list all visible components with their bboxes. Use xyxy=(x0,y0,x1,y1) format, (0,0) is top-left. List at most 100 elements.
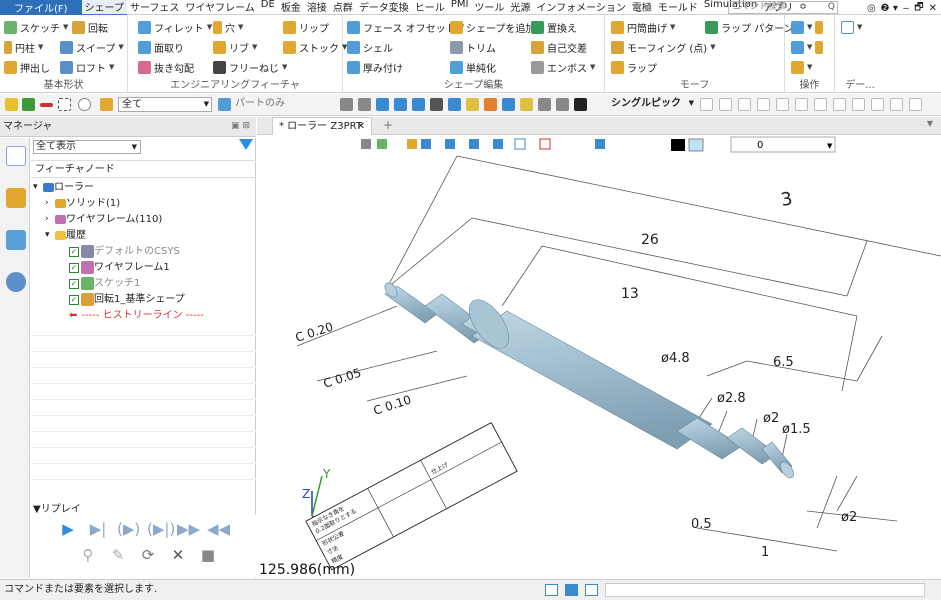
rewind-button[interactable]: ◀◀ xyxy=(207,519,230,539)
lip-button[interactable]: リップ xyxy=(283,19,329,35)
status-view-icon[interactable] xyxy=(545,584,558,596)
add-icon[interactable] xyxy=(22,98,35,111)
tree-item-wireframe1[interactable]: ✓ ワイヤフレーム1 xyxy=(69,260,274,275)
status-input[interactable] xyxy=(605,583,925,597)
shape-icon[interactable] xyxy=(78,98,91,111)
status-display-icon[interactable] xyxy=(565,584,578,596)
chamfer-button[interactable]: 面取り xyxy=(138,39,184,55)
user-icon[interactable] xyxy=(6,272,26,292)
operation-button-1[interactable]: ▼ xyxy=(791,19,824,35)
snap-tool-icon[interactable] xyxy=(852,98,865,111)
menu-item-5[interactable]: 溶接 xyxy=(304,0,330,16)
tab-close-icon[interactable]: ✕ xyxy=(357,118,365,135)
help-icon[interactable]: ❷ ▾ xyxy=(881,3,898,14)
menu-item-1[interactable]: サーフェス xyxy=(127,0,182,16)
view-toolbar[interactable]: 0 ▼ xyxy=(361,136,836,153)
menu-item-2[interactable]: ワイヤフレーム xyxy=(182,0,257,16)
menu-item-14[interactable]: モールド xyxy=(655,0,701,16)
new-tab-icon[interactable]: + xyxy=(383,118,393,132)
edit-icon[interactable]: ✎ xyxy=(107,545,129,565)
toolbar-tool-icon[interactable] xyxy=(556,98,569,111)
face-offset-button[interactable]: フェース オフセット▼ xyxy=(347,19,464,35)
toolbar-tool-icon[interactable] xyxy=(466,98,479,111)
view-icon[interactable] xyxy=(361,139,371,149)
box-select-icon[interactable] xyxy=(58,98,71,111)
free-thread-button[interactable]: フリーねじ ▼ xyxy=(213,59,287,75)
menu-item-12[interactable]: インフォメーション xyxy=(533,0,629,16)
view-icon[interactable] xyxy=(421,139,431,149)
snap-tool-icon[interactable] xyxy=(871,98,884,111)
fast-forward-button[interactable]: ▶▶ xyxy=(177,519,200,539)
play-button[interactable]: ▶ xyxy=(57,519,79,539)
view-icon[interactable] xyxy=(407,139,417,149)
toolbar-tool-icon[interactable] xyxy=(430,98,443,111)
snap-tool-icon[interactable] xyxy=(719,98,732,111)
close-button[interactable]: ✕ xyxy=(929,3,937,14)
filter-select[interactable]: 全て ▼ xyxy=(118,97,212,112)
fillet-button[interactable]: フィレット ▼ xyxy=(138,19,212,35)
toolbar-tool-icon[interactable] xyxy=(340,98,353,111)
thicken-button[interactable]: 厚み付け xyxy=(347,59,403,75)
rib-button[interactable]: リブ ▼ xyxy=(213,39,257,55)
operation-button-3[interactable]: ▼ xyxy=(791,59,812,75)
checkbox[interactable]: ✓ xyxy=(69,278,79,289)
morph-point-button[interactable]: モーフィング (点) ▼ xyxy=(611,39,716,55)
shell-button[interactable]: シェル xyxy=(347,39,393,55)
funnel-icon[interactable] xyxy=(239,139,253,150)
operation-button-2[interactable]: ▼ xyxy=(791,39,824,55)
snap-tool-icon[interactable] xyxy=(776,98,789,111)
data-button[interactable]: ▼ xyxy=(841,19,862,35)
show-select[interactable]: 全て表示 ▼ xyxy=(33,140,141,154)
toolbar-tool-icon[interactable] xyxy=(538,98,551,111)
menu-item-11[interactable]: 光源 xyxy=(507,0,533,16)
extrude-button[interactable]: 押出し xyxy=(4,59,50,75)
view-manager-icon[interactable] xyxy=(6,230,26,250)
menu-item-3[interactable]: DE xyxy=(258,0,278,16)
loft-button[interactable]: ロフト ▼ xyxy=(60,59,114,75)
view-icon[interactable] xyxy=(493,139,503,149)
view-icon[interactable] xyxy=(514,138,526,150)
tab-menu-icon[interactable]: ▼ xyxy=(927,119,933,128)
menu-item-8[interactable]: ヒール xyxy=(412,0,448,16)
pick-select[interactable]: シングルピック ▼ xyxy=(608,97,694,112)
draft-button[interactable]: 抜き勾配 xyxy=(138,59,194,75)
emboss-button[interactable]: エンボス ▼ xyxy=(531,59,595,75)
menu-item-0[interactable]: シェープ xyxy=(81,0,127,16)
view-icon[interactable] xyxy=(539,138,551,150)
tree-item-csys[interactable]: ✓ デフォルトのCSYS xyxy=(69,244,274,259)
checkbox[interactable]: ✓ xyxy=(69,262,79,273)
simplify-button[interactable]: 単純化 xyxy=(450,59,496,75)
minimize-button[interactable]: ‒ xyxy=(903,3,909,14)
snap-tool-icon[interactable] xyxy=(700,98,713,111)
tab-roller-z3prt[interactable]: * ローラー Z3PRT ✕ xyxy=(272,117,372,135)
checkbox[interactable]: ✓ xyxy=(69,294,79,305)
remove-icon[interactable] xyxy=(40,103,53,107)
menu-item-9[interactable]: PMI xyxy=(448,0,472,16)
toolbar-tool-icon[interactable] xyxy=(376,98,389,111)
settings-icon[interactable]: ◎ xyxy=(867,3,876,14)
toolbar-tool-icon[interactable] xyxy=(574,98,587,111)
file-menu[interactable]: ファイル(F) xyxy=(0,0,82,15)
trim-button[interactable]: トリム xyxy=(450,39,496,55)
hole-button[interactable]: 穴 ▼ xyxy=(213,19,243,35)
tree-item-solid[interactable]: › ソリッド(1) xyxy=(45,196,250,211)
tree-item-revolve1[interactable]: ✓ 回転1_基準シェープ xyxy=(69,292,274,307)
toolbar-tool-icon[interactable] xyxy=(358,98,371,111)
status-grid-icon[interactable] xyxy=(585,584,598,596)
view-icon[interactable] xyxy=(377,139,387,149)
suppress-icon[interactable]: ■ xyxy=(197,545,219,565)
feature-tree-icon[interactable] xyxy=(6,146,26,166)
command-search-input[interactable]: コマンド検索 Q xyxy=(728,1,838,14)
toolbar-tool-icon[interactable] xyxy=(448,98,461,111)
snap-tool-icon[interactable] xyxy=(814,98,827,111)
history-line[interactable]: ⬅ ----- ヒストリーライン ----- xyxy=(69,308,274,323)
revolve-button[interactable]: 回転 xyxy=(72,19,108,35)
menu-item-10[interactable]: ツール xyxy=(471,0,507,16)
snap-tool-icon[interactable] xyxy=(890,98,903,111)
add-shape-button[interactable]: シェープを追加▼ xyxy=(450,19,544,35)
view-icon[interactable] xyxy=(445,139,455,149)
view-icon[interactable] xyxy=(595,139,605,149)
self-intersect-button[interactable]: 自己交差 xyxy=(531,39,587,55)
select-icon[interactable] xyxy=(5,98,18,111)
view-icon[interactable] xyxy=(469,139,479,149)
